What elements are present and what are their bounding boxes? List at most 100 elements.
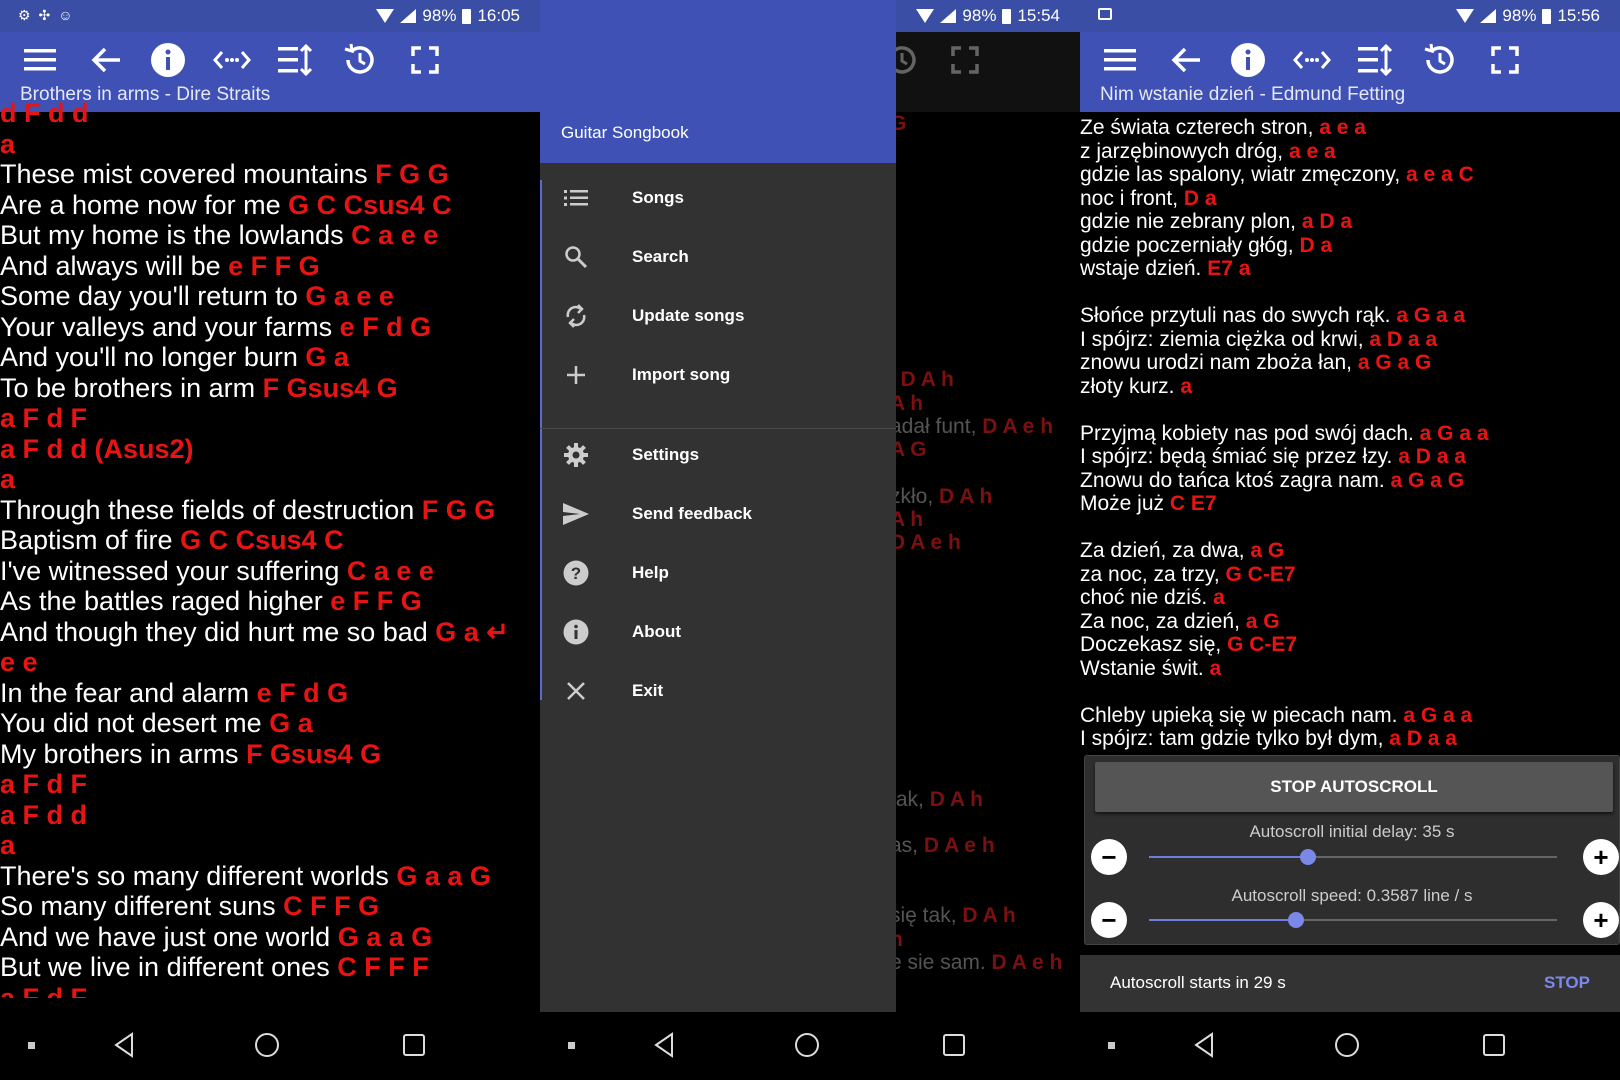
delay-slider-thumb[interactable] (1300, 849, 1317, 865)
nav-back-icon[interactable] (110, 1030, 140, 1060)
nav-home-icon[interactable] (795, 1033, 819, 1057)
chord-label: D a (1183, 186, 1217, 210)
nav-recents-icon[interactable] (943, 1034, 965, 1056)
chord-label: D A h (939, 484, 993, 508)
chord-label: a G a G (1357, 351, 1432, 374)
lyric-line: Through these fields of destruction F G … (0, 495, 540, 526)
chord-label: C E7 (1169, 492, 1217, 515)
dimmed-lyrics: Gł D A hA hadał funt, D A e hA Gzkło, D … (890, 112, 1080, 1012)
chord-label: a (1209, 656, 1222, 680)
lyric-text: gdzie poczerniały głóg, (1080, 233, 1300, 257)
nav-back-icon[interactable] (650, 1030, 680, 1060)
history-icon[interactable] (1420, 40, 1460, 80)
lyric-text: Może już (1080, 492, 1170, 515)
chord-label: C a e e (346, 555, 434, 586)
chord-label: a F d d (Asus2) (0, 433, 194, 464)
dimmed-lyric-line: tak, D A h (890, 788, 983, 812)
lyric-line: a F d F (0, 403, 540, 434)
history-icon[interactable] (340, 40, 380, 80)
drawer-item-send-feedback[interactable]: Send feedback (540, 484, 896, 544)
lyric-line: z jarzębinowych dróg, a e a (1080, 140, 1620, 164)
chord-label: e F F G (228, 250, 320, 281)
lyric-text: Wstanie świt. (1080, 656, 1210, 680)
transpose-icon[interactable] (212, 40, 252, 80)
lyric-line: a (0, 129, 540, 160)
lyric-line: You did not desert me G a (0, 708, 540, 739)
autoscroll-icon[interactable] (276, 40, 316, 80)
delay-slider[interactable] (1149, 849, 1557, 865)
chord-label: F G G (375, 159, 449, 189)
chord-label: a G (1250, 539, 1285, 562)
back-arrow-icon[interactable] (86, 40, 126, 80)
lyric-line: Doczekasz się, G C-E7 (1080, 633, 1620, 657)
delay-increase-button[interactable]: + (1583, 839, 1619, 875)
speed-decrease-button[interactable]: − (1091, 902, 1127, 938)
snackbar-stop-button[interactable]: STOP (1544, 973, 1590, 993)
lyric-text: And we have just one world (0, 921, 338, 952)
dimmed-lyric-line: ł D A h (890, 368, 954, 392)
speed-slider-thumb[interactable] (1287, 912, 1304, 928)
lyric-text: Za dzień, za dwa, (1080, 539, 1251, 562)
nav-dot-icon (28, 1042, 35, 1049)
lyric-line (1080, 680, 1620, 704)
wifi-icon (916, 9, 935, 23)
menu-icon[interactable] (20, 40, 60, 80)
nav-home-icon[interactable] (1335, 1033, 1359, 1057)
sync-icon (562, 302, 590, 330)
delay-decrease-button[interactable]: − (1091, 839, 1127, 875)
lyric-text: And you'll no longer burn (0, 342, 306, 372)
info-icon[interactable] (148, 40, 188, 80)
status-bar: ⚙✣☺ 98% 16:05 (0, 0, 540, 32)
lyric-text: się tak, (890, 904, 963, 928)
drawer-item-search[interactable]: Search (540, 227, 896, 287)
nav-home-icon[interactable] (255, 1033, 279, 1057)
menu-icon[interactable] (1100, 40, 1140, 80)
lyric-line: To be brothers in arm F Gsus4 G (0, 373, 540, 404)
transpose-icon[interactable] (1292, 40, 1332, 80)
battery-percent: 98% (422, 6, 457, 25)
chord-label: a e a (1319, 116, 1366, 139)
nav-back-icon[interactable] (1190, 1030, 1220, 1060)
nav-recents-icon[interactable] (403, 1034, 425, 1056)
drawer-item-label: Import song (632, 365, 731, 384)
lyric-line: There's so many different worlds G a a G (0, 861, 540, 892)
stop-autoscroll-button[interactable]: STOP AUTOSCROLL (1095, 762, 1613, 812)
drawer-item-update-songs[interactable]: Update songs (540, 286, 896, 346)
lyric-text: Ze świata czterech stron, (1080, 116, 1320, 139)
clock: 16:05 (477, 6, 520, 25)
chord-label: G C Csus4 C (180, 525, 344, 555)
lyric-line: In the fear and alarm e F d G (0, 678, 540, 709)
speed-slider-fill (1149, 919, 1296, 921)
info-icon[interactable] (1228, 40, 1268, 80)
send-icon (562, 500, 590, 528)
fullscreen-icon[interactable] (1485, 40, 1525, 80)
drawer-item-help[interactable]: ? Help (540, 543, 896, 603)
drawer-header: Guitar Songbook (540, 0, 896, 163)
nav-bar (0, 1012, 540, 1080)
chord-label: a G a G (1390, 468, 1465, 492)
lyrics-view[interactable]: d F d d a These mist covered mountains F G… (0, 98, 540, 998)
drawer-item-label: About (632, 622, 682, 641)
fullscreen-icon[interactable] (405, 40, 445, 80)
drawer-item-about[interactable]: About (540, 602, 896, 662)
drawer-item-settings[interactable]: Settings (540, 425, 896, 485)
battery-icon (1542, 8, 1552, 24)
lyric-line: gdzie las spalony, wiatr zmęczony, a e a… (1080, 163, 1620, 187)
snackbar: Autoscroll starts in 29 s STOP (1080, 955, 1620, 1012)
battery-percent: 98% (962, 6, 997, 25)
back-arrow-icon[interactable] (1166, 40, 1206, 80)
drawer-item-exit[interactable]: Exit (540, 661, 896, 721)
lyric-text: I spójrz: będą śmiać się przez łzy. (1080, 445, 1399, 468)
lyric-text: Znowu do tańca ktoś zagra nam. (1080, 468, 1391, 492)
nav-recents-icon[interactable] (1483, 1034, 1505, 1056)
chord-label: a D a a (1398, 445, 1466, 468)
drawer-item-songs[interactable]: Songs (540, 168, 896, 228)
chord-label: C a e e (351, 220, 439, 250)
speed-slider[interactable] (1149, 912, 1557, 928)
lyric-text: You did not desert me (0, 708, 270, 738)
chord-label: d F d d (0, 98, 89, 128)
lyric-line: And though they did hurt me so bad G a ↵ (0, 617, 540, 648)
autoscroll-icon[interactable] (1356, 40, 1396, 80)
drawer-item-import-song[interactable]: Import song (540, 345, 896, 405)
speed-increase-button[interactable]: + (1583, 902, 1619, 938)
